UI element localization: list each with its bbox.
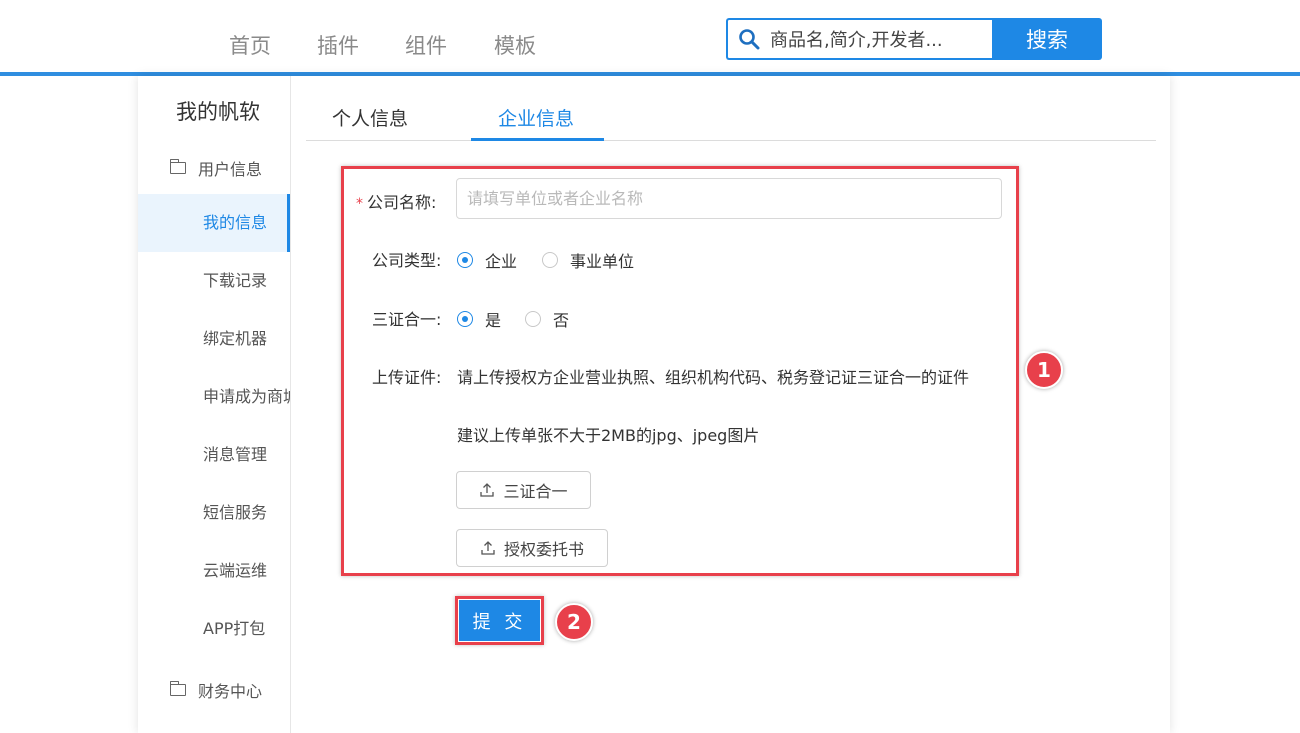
sidebar-item-become-merchant[interactable]: 申请成为商城	[138, 368, 290, 426]
radio-label: 企业	[485, 252, 518, 271]
company-name-label: * 公司名称:	[356, 193, 437, 212]
content-card: 我的帆软 用户信息 我的信息 下载记录 绑定机器 申请成为商城 消息管理 短信服…	[138, 76, 1170, 733]
company-type-label: 公司类型:	[372, 251, 442, 270]
tab-bar: 个人信息 企业信息	[306, 76, 1156, 141]
annotation-badge-2: 2	[555, 603, 593, 641]
nav-templates[interactable]: 模板	[494, 30, 536, 60]
upload-authorization-button[interactable]: 授权委托书	[456, 529, 608, 567]
radio-institution[interactable]: 事业单位	[542, 248, 634, 272]
three-in-one-label: 三证合一:	[372, 310, 442, 329]
radio-enterprise[interactable]: 企业	[457, 248, 517, 272]
radio-label: 事业单位	[570, 252, 635, 271]
sidebar-item-app-pack[interactable]: APP打包	[138, 600, 290, 658]
radio-no[interactable]: 否	[525, 307, 569, 331]
sidebar-item-sms[interactable]: 短信服务	[138, 484, 290, 542]
upload-button-label: 授权委托书	[503, 540, 584, 559]
search-input[interactable]	[768, 24, 992, 56]
sidebar-item-downloads[interactable]: 下载记录	[138, 252, 290, 310]
radio-unchecked-icon	[525, 311, 541, 327]
nav-home[interactable]: 首页	[229, 30, 271, 60]
sidebar-title: 我的帆软	[176, 100, 260, 124]
search-bar: 搜索	[726, 18, 1102, 60]
radio-label: 是	[485, 311, 502, 330]
radio-yes[interactable]: 是	[457, 307, 501, 331]
nav-components[interactable]: 组件	[405, 30, 447, 60]
radio-checked-icon	[457, 311, 473, 327]
upload-three-in-one-button[interactable]: 三证合一	[456, 471, 591, 509]
submit-button[interactable]: 提 交	[459, 600, 540, 641]
sidebar-group-label: 财务中心	[198, 682, 263, 701]
upload-hint-size: 建议上传单张不大于2MB的jpg、jpeg图片	[457, 426, 760, 445]
tab-personal-info[interactable]: 个人信息	[332, 104, 408, 138]
top-navigation: 首页 插件 组件 模板 搜索	[0, 0, 1300, 76]
search-button[interactable]: 搜索	[992, 18, 1102, 60]
sidebar-group-label: 用户信息	[198, 160, 263, 179]
sidebar-group-finance[interactable]: 财务中心	[169, 678, 263, 702]
sidebar-item-bind-machine[interactable]: 绑定机器	[138, 310, 290, 368]
radio-label: 否	[553, 311, 570, 330]
sidebar: 我的帆软 用户信息 我的信息 下载记录 绑定机器 申请成为商城 消息管理 短信服…	[138, 76, 291, 733]
annotation-badge-1: 1	[1025, 351, 1063, 389]
sidebar-group-user-info[interactable]: 用户信息	[169, 156, 263, 180]
sidebar-item-cloud-ops[interactable]: 云端运维	[138, 542, 290, 600]
company-name-input[interactable]	[456, 178, 1002, 219]
upload-icon	[480, 483, 495, 497]
sidebar-item-my-info[interactable]: 我的信息	[138, 194, 290, 252]
active-tab-indicator	[471, 138, 604, 141]
required-mark: *	[356, 196, 363, 212]
upload-icon	[481, 541, 495, 555]
nav-plugins[interactable]: 插件	[317, 30, 359, 60]
folder-icon	[169, 159, 186, 174]
sidebar-item-messages[interactable]: 消息管理	[138, 426, 290, 484]
search-icon	[739, 29, 760, 50]
radio-unchecked-icon	[542, 252, 558, 268]
radio-checked-icon	[457, 252, 473, 268]
folder-icon	[169, 681, 186, 696]
upload-button-label: 三证合一	[503, 482, 568, 501]
upload-hint-documents: 请上传授权方企业营业执照、组织机构代码、税务登记证三证合一的证件	[457, 368, 970, 387]
search-box	[726, 18, 992, 60]
tab-enterprise-info[interactable]: 企业信息	[498, 104, 574, 138]
upload-label: 上传证件:	[372, 368, 442, 387]
